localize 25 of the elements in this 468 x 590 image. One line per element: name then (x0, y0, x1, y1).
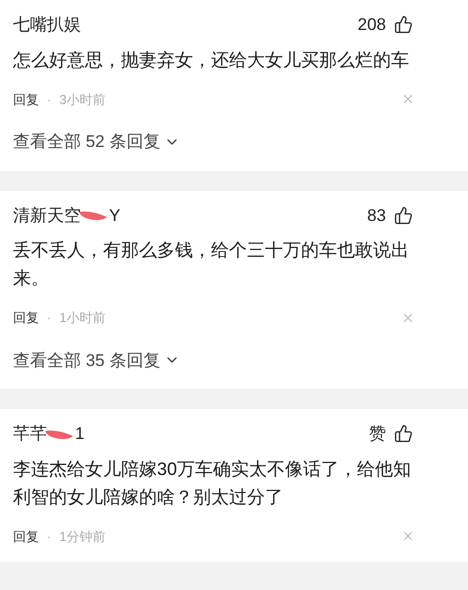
timestamp: 1分钟前 (59, 528, 106, 546)
like-count: 208 (358, 14, 386, 36)
like-icon[interactable] (394, 206, 413, 225)
comment-text: 丢不丢人，有那么多钱，给个三十万的车也敢说出来。 (13, 239, 410, 290)
view-replies-button[interactable]: 查看全部 35 条回复 (13, 348, 180, 373)
reply-link[interactable]: 回复 (13, 308, 39, 328)
comment-text: 怎么好意思，抛妻弃女，还给大女儿买那么烂的车 (13, 48, 410, 72)
view-replies-button[interactable]: 查看全部 52 条回复 (13, 129, 180, 154)
username[interactable]: 清新天空 (13, 202, 81, 228)
username-suffix: 1 (75, 423, 84, 445)
separator-dot: · (47, 309, 52, 327)
like-icon[interactable] (394, 15, 413, 34)
reply-link[interactable]: 回复 (13, 526, 39, 546)
like-count: 83 (367, 204, 386, 226)
username[interactable]: 芊芊 (13, 421, 47, 446)
reply-link[interactable]: 回复 (13, 90, 39, 109)
like-count: 赞 (369, 423, 386, 445)
username[interactable]: 七嘴扒娱 (13, 12, 81, 38)
like-icon[interactable] (394, 424, 413, 444)
comment-text: 李连杰给女儿陪嫁30万车确实太不像话了，给他知利智的女儿陪嫁的啥？别太过分了 (13, 458, 412, 508)
separator-dot: · (47, 90, 52, 108)
separator-dot: · (47, 528, 52, 546)
username-suffix: Y (109, 204, 120, 226)
timestamp: 1小时前 (59, 309, 106, 327)
timestamp: 3小时前 (59, 90, 106, 108)
